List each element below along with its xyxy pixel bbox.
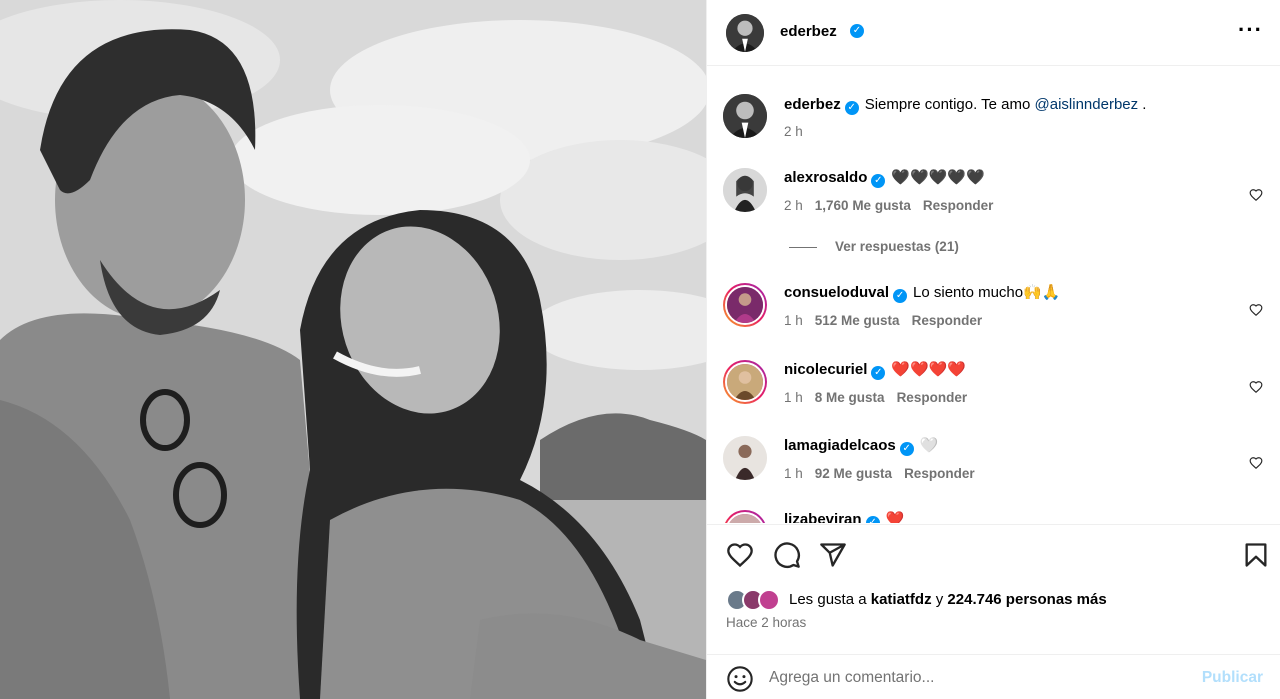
reply-button[interactable]: Responder	[897, 390, 968, 405]
commenter-avatar[interactable]	[723, 283, 767, 327]
comment-likes[interactable]: 512 Me gusta	[815, 313, 900, 328]
like-comment-heart-icon[interactable]	[1249, 380, 1263, 394]
comment-likes[interactable]: 1,760 Me gusta	[815, 198, 911, 213]
caption-author-avatar[interactable]	[723, 94, 767, 138]
post-header: ederbez ✓ ···	[707, 0, 1280, 66]
author-username[interactable]: ederbez	[780, 23, 837, 40]
verified-badge-icon: ✓	[899, 442, 914, 456]
verified-badge-icon: ✓	[871, 174, 886, 188]
likes-count-link[interactable]: 224.746 personas más	[947, 591, 1106, 608]
comment-time[interactable]: 1 h	[784, 466, 803, 481]
likes-middle: y	[931, 591, 948, 608]
comments-list[interactable]: ederbez ✓ Siempre contigo. Te amo @aislinn…	[707, 67, 1280, 523]
like-heart-icon[interactable]	[726, 541, 754, 569]
caption-time[interactable]: 2 h	[784, 124, 803, 139]
verified-badge-icon: ✓	[871, 366, 886, 380]
commenter-avatar[interactable]	[723, 168, 767, 212]
caption-suffix: .	[1138, 96, 1147, 113]
comment-username[interactable]: consueloduval	[784, 284, 889, 301]
comment-username[interactable]: nicolecuriel	[784, 361, 867, 378]
verified-badge-icon: ✓	[850, 24, 864, 38]
verified-badge-icon: ✓	[865, 516, 880, 523]
verified-badge-icon: ✓	[893, 289, 908, 303]
publish-button[interactable]: Publicar	[1202, 669, 1263, 687]
comment-time[interactable]: 1 h	[784, 390, 803, 405]
comment-time[interactable]: 2 h	[784, 198, 803, 213]
emoji-icon[interactable]	[726, 665, 754, 693]
caption-mention-link[interactable]: @aislinnderbez	[1035, 96, 1139, 113]
save-bookmark-icon[interactable]	[1242, 541, 1270, 569]
likes-user-link[interactable]: katiatfdz	[871, 591, 932, 608]
reply-button[interactable]: Responder	[904, 466, 975, 481]
view-replies-label[interactable]: Ver respuestas (21)	[835, 239, 959, 254]
comment-username[interactable]: alexrosaldo	[784, 169, 867, 186]
comment-text: ❤️	[885, 511, 905, 523]
commenter-avatar[interactable]	[723, 510, 767, 523]
caption-text: Siempre contigo. Te amo	[864, 96, 1035, 113]
likes-prefix: Les gusta a	[789, 591, 871, 608]
commenter-avatar[interactable]	[723, 360, 767, 404]
comment-likes[interactable]: 92 Me gusta	[815, 466, 892, 481]
reply-button[interactable]: Responder	[923, 198, 994, 213]
comment-text: 🖤🖤🖤🖤🖤	[891, 169, 985, 186]
post-image	[0, 0, 706, 699]
comment-text: ❤️❤️❤️❤️	[891, 361, 967, 378]
comment-text: 🤍	[919, 437, 939, 454]
post-actions: Les gusta a katiatfdz y 224.746 personas…	[707, 524, 1280, 644]
like-comment-heart-icon[interactable]	[1249, 303, 1263, 317]
like-comment-heart-icon[interactable]	[1249, 188, 1263, 202]
comment-text: Lo siento mucho🙌🙏	[913, 284, 1061, 301]
liker-avatar	[758, 589, 780, 611]
post-details-panel: ederbez ✓ ··· ederbez ✓ Siempre contigo. T…	[706, 0, 1280, 699]
caption-username[interactable]: ederbez	[784, 96, 841, 113]
author-avatar[interactable]	[726, 14, 764, 52]
verified-badge-icon: ✓	[844, 101, 859, 115]
comment-likes[interactable]: 8 Me gusta	[815, 390, 885, 405]
more-options-icon[interactable]: ···	[1238, 19, 1263, 41]
comment-username[interactable]: lizabeviran	[784, 511, 862, 523]
comment-input[interactable]	[769, 667, 1189, 689]
comment-username[interactable]: lamagiadelcaos	[784, 437, 896, 454]
commenter-avatar[interactable]	[723, 436, 767, 480]
view-replies-button[interactable]: Ver respuestas (21)	[789, 239, 959, 254]
share-paper-plane-icon[interactable]	[819, 541, 847, 569]
add-comment-bar: Publicar	[707, 654, 1280, 699]
posted-time[interactable]: Hace 2 horas	[726, 615, 806, 630]
replies-divider	[789, 246, 817, 248]
like-comment-heart-icon[interactable]	[1249, 456, 1263, 470]
post-photo[interactable]	[0, 0, 706, 699]
comment-bubble-icon[interactable]	[773, 541, 801, 569]
comment-time[interactable]: 1 h	[784, 313, 803, 328]
reply-button[interactable]: Responder	[912, 313, 983, 328]
